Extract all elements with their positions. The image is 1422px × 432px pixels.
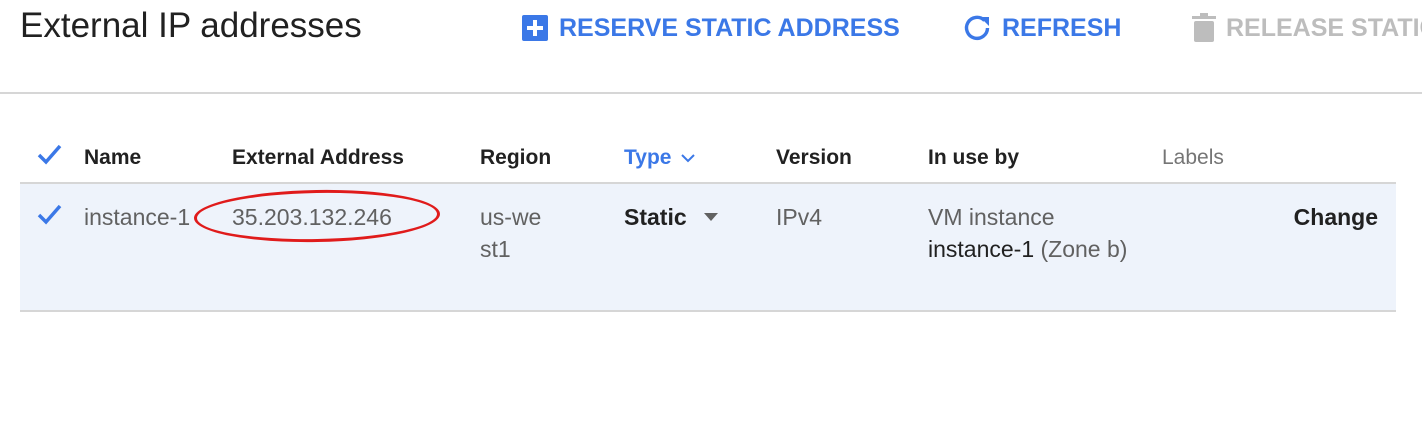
chevron-down-icon	[681, 153, 696, 163]
row-type-dropdown[interactable]: Static	[624, 201, 719, 233]
page-header: External IP addresses RESERVE STATIC ADD…	[0, 0, 1422, 94]
release-static-address-button[interactable]: RELEASE STATIC	[1192, 10, 1422, 46]
column-header-type[interactable]: Type	[624, 146, 696, 170]
in-use-by-zone: (Zone b)	[1040, 236, 1128, 262]
in-use-by-instance-link[interactable]: instance-1	[928, 236, 1034, 262]
refresh-button[interactable]: REFRESH	[962, 10, 1121, 46]
table-header-row: Name External Address Region Type Versio…	[20, 130, 1396, 184]
select-all-checkbox[interactable]	[36, 142, 62, 166]
row-name[interactable]: instance-1	[84, 201, 194, 233]
row-version: IPv4	[776, 204, 823, 230]
column-header-region[interactable]: Region	[480, 146, 570, 170]
column-header-version[interactable]: Version	[776, 146, 852, 170]
checkmark-icon	[37, 144, 62, 165]
release-static-address-label: RELEASE STATIC	[1226, 13, 1422, 42]
row-region: us-west1	[480, 204, 542, 262]
column-header-external-address[interactable]: External Address	[232, 146, 404, 170]
add-box-icon	[521, 14, 549, 42]
trash-icon	[1192, 13, 1216, 43]
row-external-address: 35.203.132.246	[232, 204, 392, 230]
external-ip-page: External IP addresses RESERVE STATIC ADD…	[0, 0, 1422, 432]
page-title: External IP addresses	[20, 6, 362, 45]
ip-addresses-table: Name External Address Region Type Versio…	[20, 130, 1396, 312]
column-header-type-label: Type	[624, 146, 672, 169]
column-header-in-use-by[interactable]: In use by	[928, 146, 1128, 170]
dropdown-arrow-icon	[703, 212, 719, 222]
table-row[interactable]: instance-1 35.203.132.246 us-west1 Stati…	[20, 184, 1396, 312]
reserve-static-address-button[interactable]: RESERVE STATIC ADDRESS	[521, 10, 900, 46]
change-button[interactable]: Change	[1294, 201, 1378, 233]
row-type-value: Static	[624, 204, 687, 230]
row-checkbox[interactable]	[36, 202, 62, 226]
refresh-icon	[962, 13, 992, 43]
column-header-name[interactable]: Name	[84, 146, 204, 170]
refresh-label: REFRESH	[1002, 13, 1122, 42]
row-in-use-by: VM instance instance-1 (Zone b)	[928, 201, 1128, 265]
reserve-static-address-label: RESERVE STATIC ADDRESS	[559, 13, 900, 42]
in-use-by-prefix: VM instance	[928, 204, 1055, 230]
column-header-labels: Labels	[1162, 146, 1224, 169]
checkmark-icon	[37, 204, 62, 225]
